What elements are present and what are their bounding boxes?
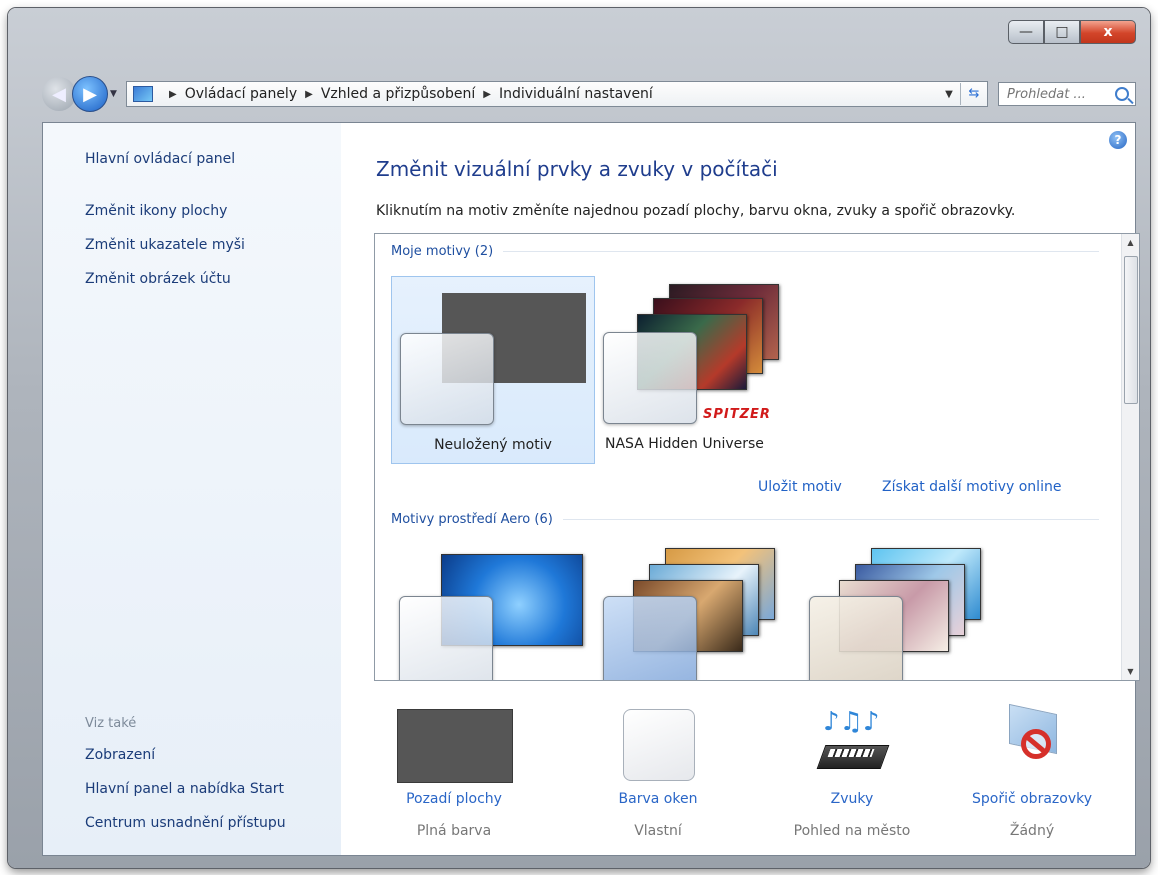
screensaver-icon [1007, 703, 1063, 769]
setting-title[interactable]: Zvuky [767, 791, 937, 807]
sidebar-link-desktop-icons[interactable]: Změnit ikony plochy [85, 203, 227, 219]
setting-value: Pohled na město [793, 823, 911, 839]
setting-value: Vlastní [634, 823, 682, 839]
theme-tile-unsaved[interactable]: Neuložený motiv [391, 276, 595, 464]
theme-name: NASA Hidden Universe [605, 436, 764, 452]
theme-preview-window [399, 596, 493, 680]
minimize-button[interactable]: — [1008, 20, 1044, 44]
sidebar-link-mouse-pointers[interactable]: Změnit ukazatele myši [85, 237, 245, 253]
theme-list[interactable]: Moje motivy (2) Neuložený motiv SPITZER … [374, 233, 1140, 681]
help-icon[interactable]: ? [1109, 131, 1127, 149]
group-heading: Moje motivy (2) [391, 244, 494, 259]
theme-preview-window [603, 332, 697, 424]
sidebar: Hlavní ovládací panel Změnit ikony ploch… [43, 123, 341, 855]
theme-preview-window [400, 333, 494, 425]
control-panel-icon [133, 86, 153, 102]
breadcrumb-appearance[interactable]: Vzhled a přizpůsobení [321, 86, 475, 102]
theme-tile-windows7[interactable] [391, 544, 595, 680]
address-bar[interactable]: ▶ Ovládací panely ▶ Vzhled a přizpůsoben… [126, 81, 988, 107]
theme-preview-window [603, 596, 697, 680]
setting-value: Plná barva [416, 823, 492, 839]
close-button[interactable]: x [1080, 20, 1136, 44]
sounds-icon: ♪♫♪ [816, 705, 890, 775]
caption-controls: — □ x [1008, 20, 1136, 44]
breadcrumb-control-panel[interactable]: Ovládací panely [185, 86, 297, 102]
scroll-thumb[interactable] [1124, 256, 1138, 404]
spitzer-logo: SPITZER [703, 407, 771, 422]
theme-name: Neuložený motiv [434, 437, 552, 453]
setting-title[interactable]: Spořič obrazovky [947, 791, 1117, 807]
sidebar-link-taskbar[interactable]: Hlavní panel a nabídka Start [85, 781, 284, 797]
refresh-icon[interactable]: ⇆ [960, 83, 987, 105]
setting-value: Žádný [1009, 823, 1055, 839]
sidebar-link-display[interactable]: Zobrazení [85, 747, 155, 763]
address-dropdown-icon[interactable]: ▼ [938, 89, 960, 100]
sidebar-link-main-panel[interactable]: Hlavní ovládací panel [85, 151, 383, 167]
sidebar-link-ease-of-access[interactable]: Centrum usnadnění přístupu [85, 815, 286, 831]
page-description: Kliknutím na motiv změníte najednou poza… [376, 203, 1016, 219]
desktop-background-icon [397, 709, 513, 783]
see-also-heading: Viz také [85, 716, 137, 731]
theme-tile-characters[interactable] [803, 544, 1007, 680]
get-more-themes-link[interactable]: Získat další motivy online [882, 479, 1061, 495]
maximize-button[interactable]: □ [1044, 20, 1080, 44]
theme-list-scrollbar[interactable]: ▲ ▼ [1121, 234, 1139, 680]
theme-tile-nasa[interactable]: SPITZER NASA Hidden Universe [597, 276, 801, 464]
forward-button[interactable]: ▶ [72, 76, 108, 112]
search-box[interactable] [998, 82, 1136, 106]
setting-title[interactable]: Barva oken [573, 791, 743, 807]
window-color-icon [623, 709, 695, 781]
search-input[interactable] [1005, 85, 1109, 103]
main-content: ? Změnit vizuální prvky a zvuky v počíta… [341, 123, 1140, 855]
group-my-themes: Moje motivy (2) [391, 244, 1099, 259]
back-button[interactable]: ◀ [42, 77, 76, 111]
sidebar-link-account-picture[interactable]: Změnit obrázek účtu [85, 271, 231, 287]
group-aero-themes: Motivy prostředí Aero (6) [391, 512, 1099, 527]
group-heading: Motivy prostředí Aero (6) [391, 512, 553, 527]
scroll-down-icon[interactable]: ▼ [1122, 663, 1139, 680]
scroll-up-icon[interactable]: ▲ [1122, 234, 1139, 251]
search-icon[interactable] [1115, 87, 1129, 101]
save-theme-link[interactable]: Uložit motiv [758, 479, 842, 495]
breadcrumb-personalization[interactable]: Individuální nastavení [499, 86, 653, 102]
recent-pages-icon[interactable]: ▼ [110, 89, 120, 99]
theme-tile-architecture[interactable] [597, 544, 801, 680]
breadcrumb-separator-icon[interactable]: ▶ [305, 89, 313, 100]
breadcrumb-separator-icon[interactable]: ▶ [169, 89, 177, 100]
navigation-bar: ◀ ▶ ▼ ▶ Ovládací panely ▶ Vzhled a přizp… [42, 74, 1136, 114]
page-title: Změnit vizuální prvky a zvuky v počítači [376, 157, 778, 181]
window-client: Hlavní ovládací panel Změnit ikony ploch… [42, 122, 1140, 856]
theme-preview-window [809, 596, 903, 680]
breadcrumb-separator-icon[interactable]: ▶ [483, 89, 491, 100]
window-frame: — □ x ◀ ▶ ▼ ▶ Ovládací panely ▶ Vzhled a… [8, 8, 1150, 868]
setting-title[interactable]: Pozadí plochy [369, 791, 539, 807]
